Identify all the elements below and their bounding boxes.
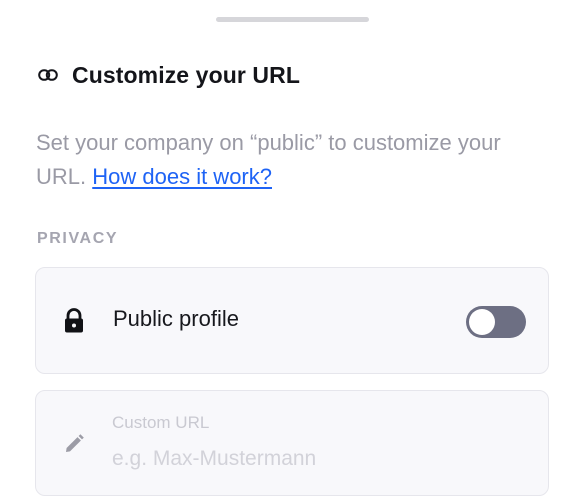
description-text: Set your company on “public” to customiz… [36, 126, 536, 194]
sheet-header: Customize your URL [37, 58, 300, 92]
sheet-title: Customize your URL [72, 61, 300, 88]
how-does-it-work-link[interactable]: How does it work? [92, 164, 272, 189]
public-profile-card: Public profile [35, 267, 549, 374]
toggle-knob [469, 309, 495, 335]
pencil-icon [63, 433, 85, 455]
custom-url-label: Custom URL [112, 413, 210, 432]
public-profile-label: Public profile [113, 306, 239, 331]
public-profile-toggle[interactable] [466, 306, 526, 338]
lock-icon [63, 308, 85, 334]
custom-url-input[interactable] [112, 443, 512, 475]
customize-url-sheet: Customize your URL Set your company on “… [0, 0, 585, 497]
drag-handle[interactable] [216, 17, 369, 22]
privacy-section-label: PRIVACY [37, 230, 119, 247]
link-icon [37, 64, 59, 86]
custom-url-card: Custom URL [35, 390, 549, 496]
